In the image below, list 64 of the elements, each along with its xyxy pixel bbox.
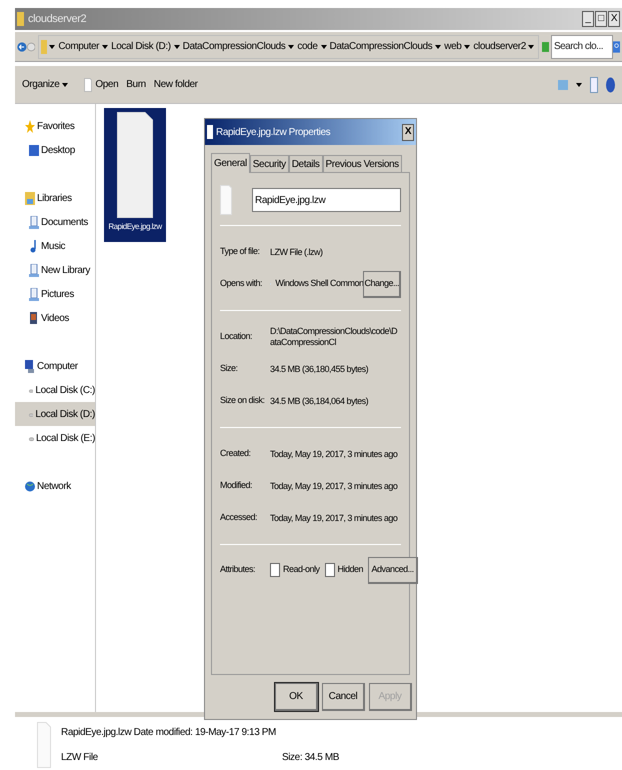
dialog-button[interactable]: OK [275, 683, 318, 711]
nav-item[interactable]: Pictures [15, 282, 95, 306]
nav-item[interactable]: Videos [15, 306, 95, 330]
field-value: Today, May 19, 2017, 3 minutes ago [270, 512, 398, 524]
filename-field[interactable]: RapidEye.jpg.lzw [252, 188, 401, 212]
tab[interactable]: Details [288, 155, 322, 172]
dialog-button[interactable]: Cancel [322, 683, 365, 711]
breadcrumb[interactable]: code [297, 39, 318, 54]
nav-item[interactable]: Network [15, 474, 95, 498]
tab[interactable]: Security [250, 155, 289, 172]
breadcrumb[interactable]: web [444, 39, 462, 54]
field-label: Created: [220, 447, 252, 460]
field-label: Size: [220, 362, 239, 376]
toolbar-button[interactable]: Organize [22, 77, 68, 92]
breadcrumb[interactable]: DataCompressionClouds [330, 39, 432, 54]
field-value: 34.5 MB (36,180,455 bytes) [270, 364, 368, 374]
breadcrumb[interactable]: cloudserver2 [473, 39, 526, 54]
window-title: cloudserver2 [28, 12, 86, 27]
field-value: Today, May 19, 2017, 3 minutes ago [270, 448, 398, 460]
field-label: Opens with: [220, 277, 264, 290]
field-label: Location: [220, 330, 254, 344]
breadcrumb[interactable]: DataCompressionClouds [182, 39, 286, 54]
breadcrumb[interactable]: Computer [58, 39, 100, 54]
toolbar-button[interactable]: Burn [126, 77, 146, 92]
nav-item[interactable]: Favorites [15, 114, 95, 138]
nav-item[interactable]: New Library [15, 258, 95, 282]
nav-item[interactable]: Local Disk (E:) [15, 426, 95, 450]
field-value: LZW File (.lzw) [270, 246, 322, 258]
field-label: Attributes: [220, 563, 256, 576]
field-label: Size on disk: [220, 394, 266, 408]
nav-item[interactable]: Computer [15, 354, 95, 378]
maximize-button[interactable]: □ [595, 11, 607, 27]
advanced-button[interactable]: Advanced... [368, 556, 418, 584]
tab[interactable]: Previous Versions [322, 155, 402, 172]
nav-item[interactable]: Local Disk (D:) [15, 402, 95, 426]
address-field[interactable]: Computer Local Disk (D:) DataCompressionClouds code DataCompressionClouds web cloudserver2 [38, 34, 539, 58]
detail-text: LZW File [61, 751, 99, 765]
field-label: Modified: [220, 479, 254, 492]
field-label: Type of file: [220, 245, 261, 258]
file-tile[interactable]: RapidEye.jpg.lzw [104, 108, 166, 242]
nav-item[interactable]: Libraries [15, 186, 95, 210]
toolbar-button[interactable]: New folder [154, 77, 198, 92]
close-button[interactable]: X [402, 124, 414, 140]
checkbox-label: Read-only [283, 563, 320, 576]
nav-item[interactable]: Desktop [15, 138, 95, 162]
nav-item[interactable]: Local Disk (C:) [15, 378, 95, 402]
field-value: D:\DataCompressionClouds\code\DataCompressionCl [270, 326, 398, 348]
field-value: 34.5 MB (36,184,064 bytes) [270, 396, 368, 406]
field-label: Accessed: [220, 511, 258, 524]
file-summary: RapidEye.jpg.lzw Date modified: 19-May-17 9:13 PM [61, 726, 276, 740]
breadcrumb[interactable]: Local Disk (D:) [111, 39, 171, 54]
search-field[interactable]: Search clo... [550, 34, 613, 58]
nav-item[interactable]: Documents [15, 210, 95, 234]
dialog-title: RapidEye.jpg.lzw Properties [216, 126, 330, 140]
change-button[interactable]: Change... [363, 270, 401, 298]
detail-text: Size: 34.5 MB [282, 751, 340, 765]
toolbar-button[interactable]: Open [84, 77, 118, 92]
field-value: Today, May 19, 2017, 3 minutes ago [270, 480, 398, 492]
checkbox-label: Hidden [338, 563, 364, 576]
field-value: Windows Shell Common [275, 277, 364, 290]
close-button[interactable]: X [608, 11, 620, 27]
nav-item[interactable]: Music [15, 234, 95, 258]
minimize-button[interactable]: _ [582, 11, 594, 27]
tab[interactable]: General [211, 153, 250, 173]
